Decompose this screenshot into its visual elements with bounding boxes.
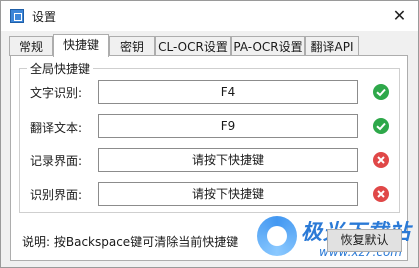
record-shortcut-label: 记录界面: bbox=[30, 154, 83, 168]
tab-cl-ocr-settings[interactable]: CL-OCR设置 bbox=[155, 36, 231, 56]
recognize-shortcut-label: 识别界面: bbox=[30, 188, 83, 202]
check-circle-icon bbox=[373, 118, 389, 134]
x-circle-icon bbox=[373, 186, 389, 202]
record-shortcut-field[interactable]: 请按下快捷键 bbox=[98, 148, 358, 172]
check-circle-icon bbox=[373, 84, 389, 100]
tab-general[interactable]: 常规 bbox=[9, 36, 53, 56]
group-title: 全局快捷键 bbox=[27, 60, 94, 77]
tab-pa-ocr-settings[interactable]: PA-OCR设置 bbox=[231, 36, 305, 56]
translate-shortcut-field[interactable]: F9 bbox=[98, 114, 358, 138]
help-text: 说明: 按Backspace键可清除当前快捷键 bbox=[22, 235, 239, 249]
translate-shortcut-label: 翻译文本: bbox=[30, 121, 83, 135]
tab-keys[interactable]: 密钥 bbox=[109, 36, 155, 56]
tab-translate-api[interactable]: 翻译API bbox=[305, 36, 359, 56]
window-title: 设置 bbox=[32, 10, 57, 24]
ocr-shortcut-label: 文字识别: bbox=[30, 86, 83, 100]
app-icon bbox=[10, 9, 24, 23]
x-circle-icon bbox=[373, 152, 389, 168]
recognize-shortcut-field[interactable]: 请按下快捷键 bbox=[98, 182, 358, 206]
title-bar: 设置 ✕ bbox=[1, 1, 418, 31]
ocr-shortcut-field[interactable]: F4 bbox=[98, 80, 358, 104]
tab-shortcuts[interactable]: 快捷键 bbox=[53, 34, 109, 57]
close-button[interactable]: ✕ bbox=[381, 1, 418, 31]
restore-defaults-button[interactable]: 恢复默认 bbox=[327, 229, 402, 252]
